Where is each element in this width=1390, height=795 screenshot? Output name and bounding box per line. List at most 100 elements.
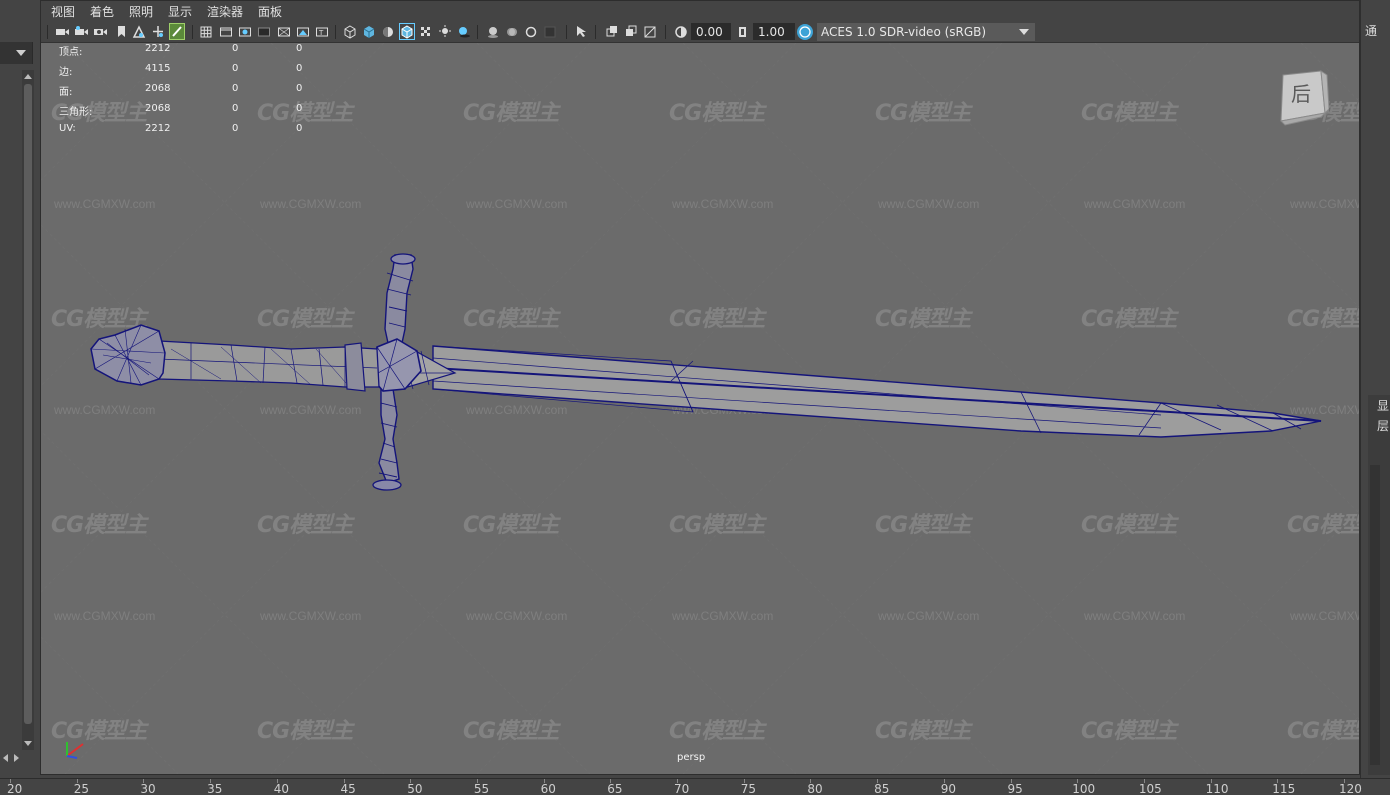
time-slider[interactable]: 20 25 30 35 40 45 50 55 60 65 70 75 80 85 90 95 100 105 11… bbox=[0, 778, 1390, 795]
timeline-tick-label: 120 bbox=[1339, 782, 1362, 795]
timeline-tick-label: 45 bbox=[340, 782, 356, 795]
camera-lock-icon[interactable] bbox=[93, 24, 107, 39]
3d-viewport[interactable]: CG模型主 www.CGMXW.com CG模型主 www.CGMXW.com CG模型… bbox=[41, 43, 1359, 774]
hud-value: 0 bbox=[296, 43, 303, 54]
hud-value: 0 bbox=[296, 103, 303, 114]
display-tab[interactable]: 显 bbox=[1377, 397, 1389, 414]
menu-panels[interactable]: 面板 bbox=[258, 3, 282, 20]
panel-menubar: 视图 着色 照明 显示 渲染器 面板 bbox=[41, 1, 1359, 21]
exposure-field[interactable] bbox=[691, 23, 731, 40]
hud-value: 2212 bbox=[145, 43, 171, 54]
scroll-thumb[interactable] bbox=[24, 84, 32, 724]
use-all-lights-icon[interactable] bbox=[438, 24, 452, 39]
gate-mask-icon[interactable] bbox=[257, 24, 271, 39]
left-hscroll[interactable] bbox=[0, 752, 36, 764]
exposure-icon[interactable] bbox=[674, 24, 688, 39]
toolbar-separator bbox=[595, 25, 596, 39]
color-space-value: ACES 1.0 SDR-video (sRGB) bbox=[821, 25, 987, 39]
textured-icon[interactable] bbox=[419, 24, 433, 39]
timeline-tick-label: 55 bbox=[473, 782, 490, 795]
timeline-tick-label: 80 bbox=[807, 782, 823, 795]
hud-value: 0 bbox=[232, 83, 239, 94]
hud-row: 顶点: 2212 0 0 bbox=[41, 43, 341, 58]
default-material-icon[interactable] bbox=[381, 24, 395, 39]
camera-attr-icon[interactable] bbox=[74, 24, 88, 39]
motion-blur-icon[interactable] bbox=[505, 24, 519, 39]
left-panel-dropdown[interactable] bbox=[0, 42, 33, 64]
timeline-tick-label: 30 bbox=[140, 782, 156, 795]
hud-label: 边: bbox=[59, 67, 73, 78]
timeline-tick-label: 95 bbox=[1007, 782, 1023, 795]
gamma-field[interactable] bbox=[753, 23, 795, 40]
anti-aliasing-icon[interactable] bbox=[524, 24, 538, 39]
menu-shading[interactable]: 着色 bbox=[90, 3, 114, 20]
timeline-tick-label: 60 bbox=[540, 782, 556, 795]
hud-label: 面: bbox=[59, 87, 73, 98]
2d-pan-icon[interactable] bbox=[151, 24, 165, 39]
xray-active-icon[interactable] bbox=[624, 24, 638, 39]
timeline-tick-label: 110 bbox=[1205, 782, 1229, 795]
hud-row: 三角形: 2068 0 0 bbox=[41, 103, 341, 118]
hud-value: 0 bbox=[232, 123, 239, 134]
menu-view[interactable]: 视图 bbox=[51, 3, 75, 20]
safe-title-icon[interactable]: T bbox=[315, 24, 329, 39]
timeline-tick-label: 35 bbox=[207, 782, 223, 795]
isolate-select-icon[interactable] bbox=[575, 24, 589, 39]
timeline-tick-label: 20 bbox=[7, 782, 23, 795]
timeline-tick-label: 105 bbox=[1138, 782, 1162, 795]
timeline-tick-label: 115 bbox=[1272, 782, 1296, 795]
left-scrollbar[interactable] bbox=[22, 70, 34, 750]
left-dock bbox=[0, 0, 40, 778]
timeline-tick-label: 70 bbox=[674, 782, 690, 795]
color-space-dropdown[interactable]: ACES 1.0 SDR-video (sRGB) bbox=[817, 23, 1035, 41]
timeline-tick-label: 75 bbox=[740, 782, 756, 795]
layer-tab[interactable]: 层 bbox=[1377, 417, 1389, 434]
right-scrollbar[interactable] bbox=[1370, 465, 1380, 765]
timeline-tick-label: 25 bbox=[73, 782, 89, 795]
viewport-panel: 视图 着色 照明 显示 渲染器 面板 T 0.00 1.00 ACES 1.0 … bbox=[40, 0, 1360, 775]
scroll-down-icon[interactable] bbox=[24, 741, 32, 746]
image-plane-icon[interactable] bbox=[132, 24, 146, 39]
wireframe-on-shaded-icon[interactable] bbox=[399, 23, 415, 40]
wireframe-icon[interactable] bbox=[343, 24, 357, 39]
safe-action-icon[interactable] bbox=[296, 24, 310, 39]
screen-space-ao-icon[interactable] bbox=[486, 24, 500, 39]
scroll-up-icon[interactable] bbox=[24, 74, 32, 79]
color-management-icon[interactable] bbox=[797, 24, 813, 40]
hud-row: 边: 4115 0 0 bbox=[41, 63, 341, 78]
scroll-right-icon[interactable] bbox=[14, 754, 19, 762]
scroll-left-icon[interactable] bbox=[3, 754, 8, 762]
chevron-down-icon bbox=[16, 50, 26, 56]
resolution-gate-icon[interactable] bbox=[238, 24, 252, 39]
right-dock-label[interactable]: 通 bbox=[1365, 22, 1377, 39]
menu-lighting[interactable]: 照明 bbox=[129, 3, 153, 20]
toolbar-separator bbox=[335, 25, 336, 39]
xray-joints-icon[interactable] bbox=[643, 24, 657, 39]
gamma-icon[interactable] bbox=[736, 24, 750, 39]
depth-of-field-icon[interactable] bbox=[543, 24, 557, 39]
smooth-shade-icon[interactable] bbox=[362, 24, 376, 39]
hud-label: 三角形: bbox=[59, 107, 93, 118]
shadows-icon[interactable] bbox=[457, 24, 471, 39]
menu-renderer[interactable]: 渲染器 bbox=[207, 3, 243, 20]
menu-show[interactable]: 显示 bbox=[168, 3, 192, 20]
timeline-tick-label: 65 bbox=[607, 782, 623, 795]
field-chart-icon[interactable] bbox=[277, 24, 291, 39]
poly-count-hud: 顶点: 2212 0 0 边: 4115 0 0 面: 2068 0 0 三角形: 2068 0 0 UV: 22… bbox=[41, 43, 341, 135]
bookmark-icon[interactable] bbox=[114, 24, 128, 39]
panel-toolbar: T ACES 1.0 bbox=[41, 21, 1359, 43]
hud-value: 0 bbox=[232, 103, 239, 114]
toolbar-separator bbox=[566, 25, 567, 39]
camera-select-icon[interactable] bbox=[55, 24, 69, 39]
viewcube[interactable]: 后 bbox=[1277, 69, 1329, 127]
grease-pencil-icon[interactable] bbox=[169, 23, 185, 40]
toolbar-separator bbox=[47, 25, 48, 39]
hud-row: 面: 2068 0 0 bbox=[41, 83, 341, 98]
xray-icon[interactable] bbox=[605, 24, 619, 39]
film-gate-icon[interactable] bbox=[219, 24, 233, 39]
svg-text:T: T bbox=[318, 29, 324, 37]
grid-icon[interactable] bbox=[199, 24, 213, 39]
hud-value: 2068 bbox=[145, 83, 171, 94]
chevron-down-icon bbox=[1019, 29, 1029, 35]
hud-value: 0 bbox=[296, 63, 303, 74]
